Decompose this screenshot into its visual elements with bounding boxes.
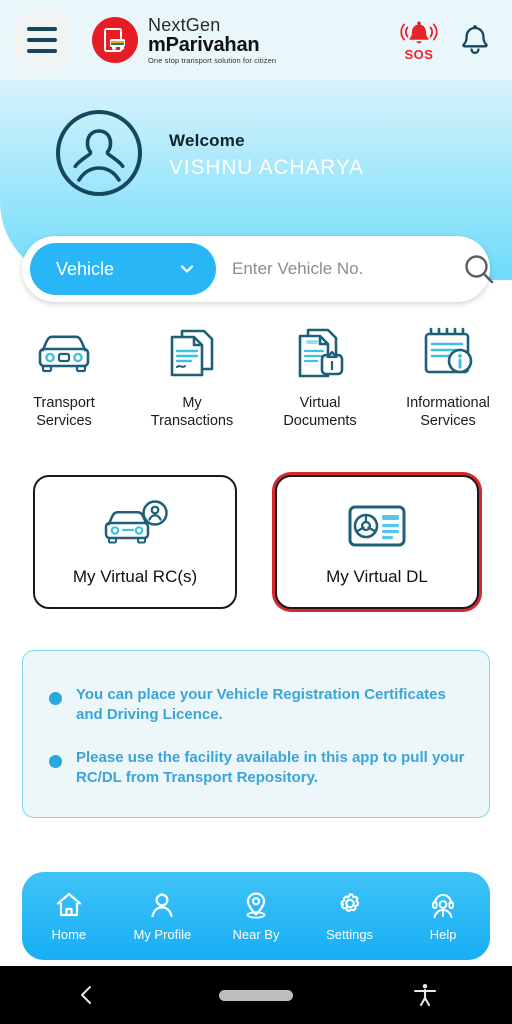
my-virtual-dl-label: My Virtual DL — [326, 567, 428, 586]
system-accessibility-button[interactable] — [338, 982, 512, 1008]
welcome-row: Welcome VISHNU ACHARYA — [0, 100, 512, 210]
quick-link-transport-services[interactable]: Transport Services — [0, 322, 128, 430]
quick-link-label: Informational Services — [406, 395, 490, 430]
sos-label: SOS — [404, 46, 434, 62]
car-front-icon — [33, 322, 95, 382]
nav-item-near-by[interactable]: Near By — [209, 890, 303, 942]
nav-label: Home — [51, 927, 87, 942]
info-text: You can place your Vehicle Registration … — [76, 686, 446, 724]
search-input[interactable] — [216, 259, 453, 279]
quick-link-label: Transport Services — [33, 395, 95, 430]
android-system-bar — [0, 966, 512, 1024]
system-home-button[interactable] — [174, 989, 338, 1001]
notepad-info-icon — [420, 322, 476, 382]
info-bullet-item: You can place your Vehicle Registration … — [45, 685, 467, 726]
brand-name-main: mParivahan — [148, 33, 260, 56]
quick-link-virtual-documents[interactable]: Virtual Documents — [256, 322, 384, 430]
user-avatar-icon[interactable] — [55, 109, 143, 202]
user-name: VISHNU ACHARYA — [169, 155, 364, 179]
chevron-down-icon — [180, 265, 194, 273]
nav-item-help[interactable]: Help — [396, 890, 490, 942]
my-virtual-rc-label: My Virtual RC(s) — [72, 567, 198, 586]
person-icon — [151, 893, 173, 918]
nav-label: Near By — [232, 927, 280, 942]
info-box: You can place your Vehicle Registration … — [22, 650, 490, 818]
nav-item-home[interactable]: Home — [22, 890, 116, 942]
welcome-label: Welcome — [169, 130, 245, 150]
brand-logo-block: NextGen mParivahan One stop transport so… — [92, 16, 398, 65]
hamburger-menu-icon[interactable] — [14, 12, 70, 68]
car-user-icon — [97, 497, 173, 555]
nav-label: Settings — [326, 927, 374, 942]
bullet-dot-icon — [49, 754, 62, 768]
hamburger-bar — [27, 38, 57, 42]
quick-link-label: My Transactions — [150, 395, 234, 430]
bottom-navigation: Home My Profile Near By Settings Help — [22, 872, 490, 960]
app-header: NextGen mParivahan One stop transport so… — [0, 0, 512, 80]
hamburger-bar — [27, 27, 57, 31]
headset-support-icon — [432, 894, 455, 919]
nav-item-my-profile[interactable]: My Profile — [116, 890, 210, 942]
gear-icon — [340, 893, 359, 912]
app-screen: NextGen mParivahan One stop transport so… — [0, 0, 512, 1024]
back-chevron-icon — [81, 986, 92, 1004]
search-bar: Vehicle — [22, 236, 494, 302]
quick-link-label: Virtual Documents — [283, 395, 357, 430]
accessibility-icon — [413, 984, 436, 1007]
location-pin-icon — [246, 892, 266, 919]
licence-card-icon — [345, 497, 409, 555]
nav-label: Help — [429, 927, 457, 942]
header-actions: SOS — [398, 19, 492, 62]
vehicle-type-label: Vehicle — [56, 258, 115, 279]
mparivahan-logo-icon — [92, 17, 138, 63]
quick-link-my-transactions[interactable]: My Transactions — [128, 322, 256, 430]
my-virtual-rc-card[interactable]: My Virtual RC(s) — [33, 475, 237, 609]
hamburger-bar — [27, 49, 57, 53]
search-button[interactable] — [453, 252, 505, 286]
document-upload-icon — [292, 322, 348, 382]
quick-links-grid: Transport Services My Transactions Virtu… — [0, 322, 512, 430]
welcome-text-block: Welcome VISHNU ACHARYA — [169, 131, 364, 180]
info-bullet-item: Please use the facility available in thi… — [45, 748, 467, 789]
vehicle-type-dropdown[interactable]: Vehicle — [30, 243, 216, 295]
brand-name-top: NextGen — [148, 14, 221, 35]
system-back-button[interactable] — [0, 983, 174, 1007]
sos-button[interactable]: SOS — [398, 19, 440, 62]
bullet-dot-icon — [49, 692, 62, 705]
nav-label: My Profile — [133, 927, 192, 942]
my-virtual-dl-card[interactable]: My Virtual DL — [275, 475, 479, 609]
info-text: Please use the facility available in thi… — [76, 748, 465, 786]
virtual-cards-row: My Virtual RC(s) My Virtual DL — [0, 475, 512, 609]
alarm-bell-icon — [400, 20, 438, 43]
home-icon — [56, 892, 81, 917]
brand-tagline: One stop transport solution for citizen — [148, 55, 277, 65]
search-icon — [465, 255, 494, 284]
bell-icon[interactable] — [458, 22, 492, 58]
documents-icon — [164, 322, 220, 382]
quick-link-informational-services[interactable]: Informational Services — [384, 322, 512, 430]
home-pill-icon — [218, 989, 293, 1001]
nav-item-settings[interactable]: Settings — [303, 890, 397, 942]
